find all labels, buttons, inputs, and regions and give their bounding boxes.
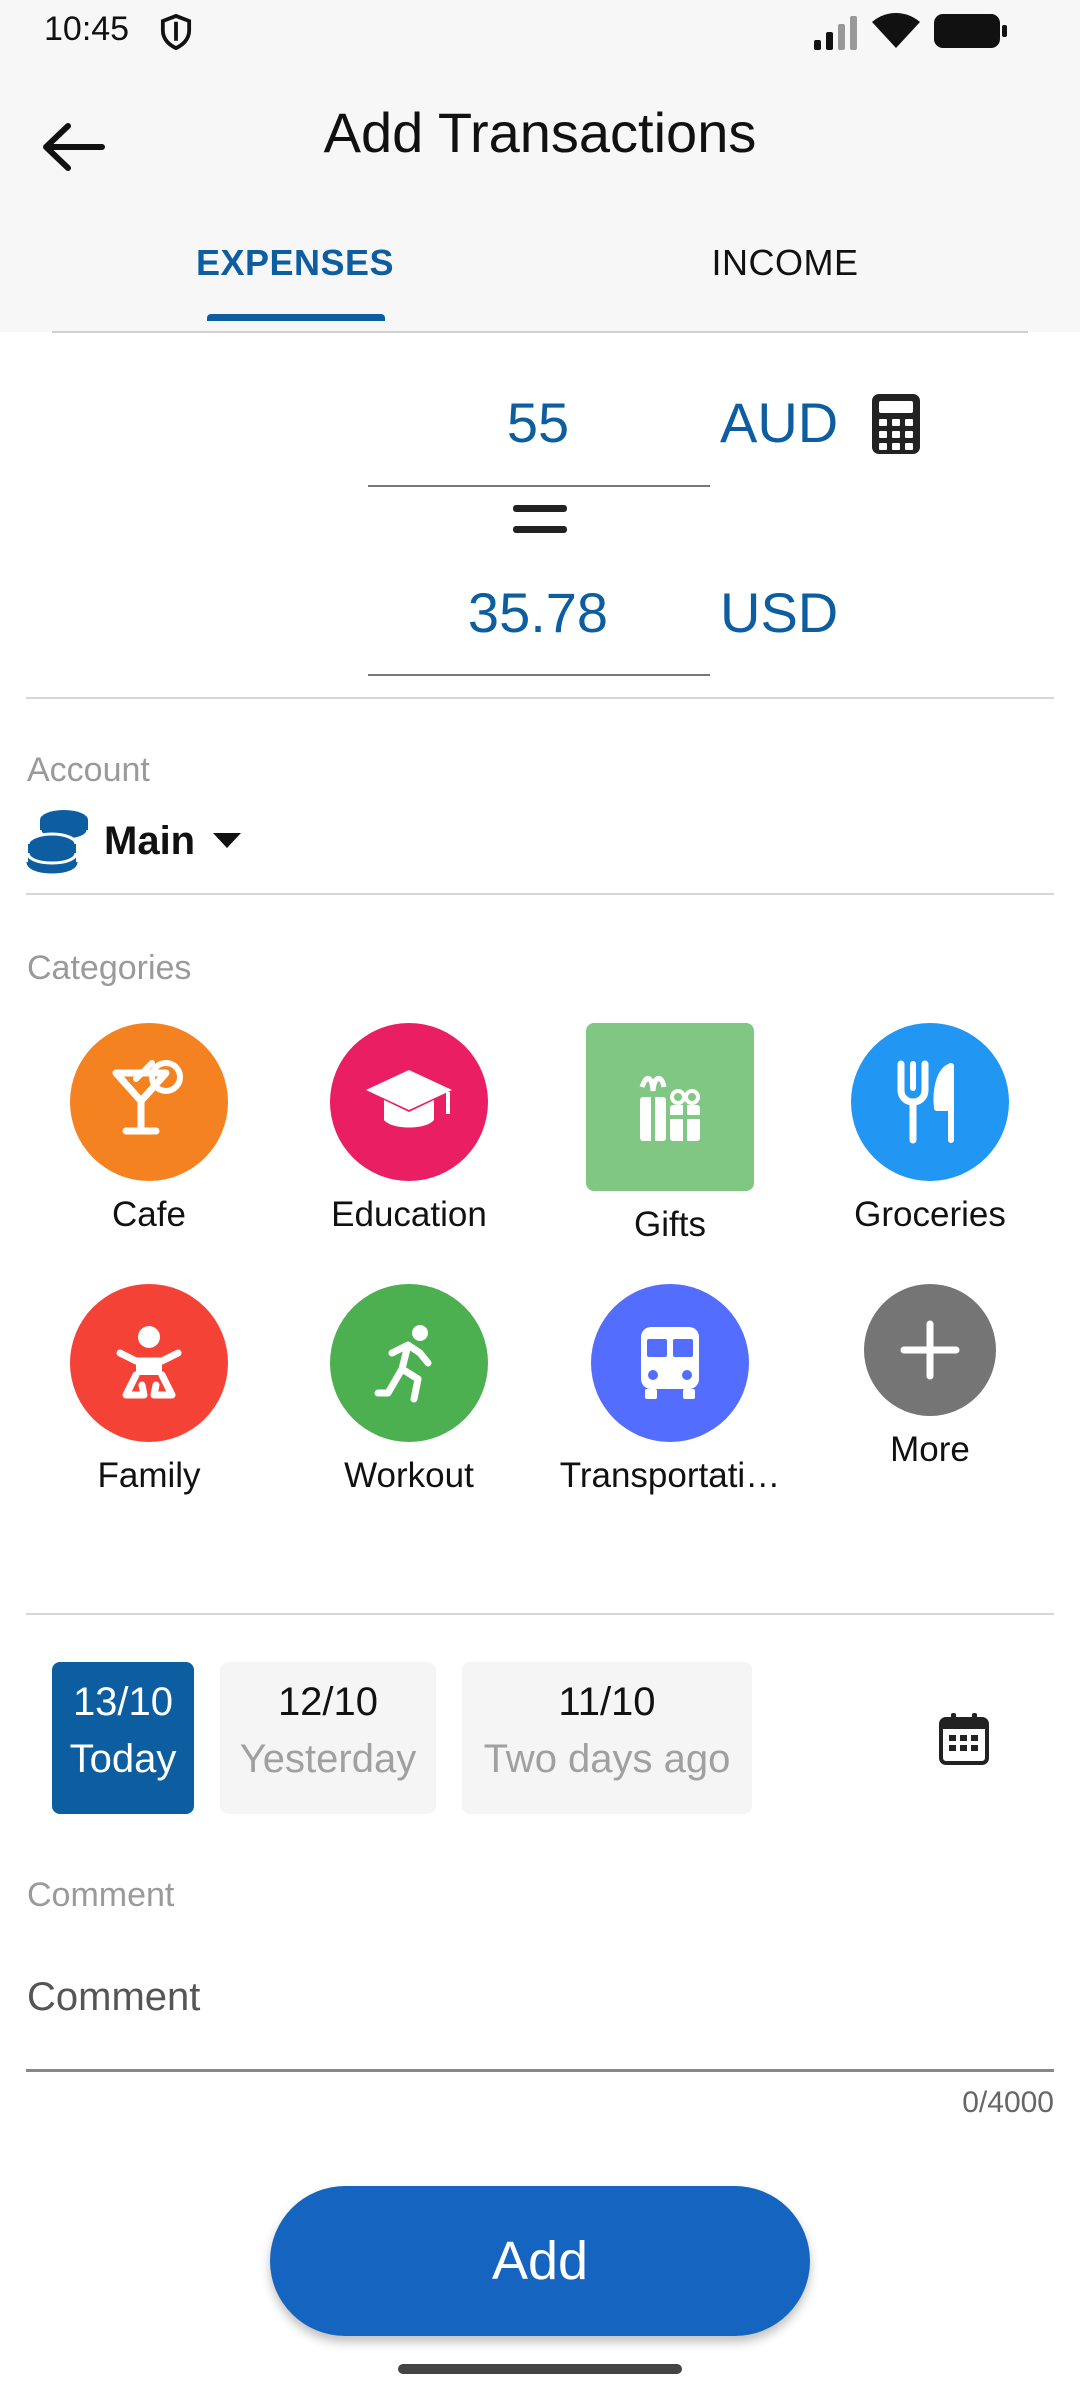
date-value: 12/10 (277, 1680, 379, 1724)
status-time: 10:45 (44, 10, 130, 48)
account-name: Main (104, 818, 196, 863)
tab-income[interactable]: INCOME (640, 242, 930, 332)
divider (26, 697, 1054, 699)
comment-label: Comment (27, 1876, 175, 1914)
amount-input-underline (368, 485, 710, 487)
running-icon (330, 1284, 488, 1442)
date-label: Today (69, 1737, 177, 1781)
bus-icon (591, 1284, 749, 1442)
categories-label: Categories (27, 949, 192, 987)
coins-icon (26, 810, 90, 874)
date-value: 13/10 (72, 1680, 174, 1724)
shield-icon (160, 13, 192, 51)
source-currency[interactable]: AUD (720, 390, 838, 455)
status-bar: 10:45 (0, 0, 1080, 62)
category-label: More (890, 1430, 970, 1469)
graduation-cap-icon (330, 1023, 488, 1181)
calculator-icon[interactable] (870, 392, 922, 456)
target-currency[interactable]: USD (720, 580, 838, 645)
category-label: Groceries (854, 1195, 1006, 1234)
category-label: Transportati… (559, 1456, 781, 1495)
tab-indicator (207, 314, 385, 321)
date-label: Two days ago (483, 1737, 731, 1781)
account-label: Account (27, 751, 150, 789)
category-label: Workout (344, 1456, 474, 1495)
amount-input[interactable]: 55 (368, 390, 708, 455)
category-transportation[interactable]: Transportati… (550, 1284, 790, 1496)
date-chip-yesterday[interactable]: 12/10 Yesterday (220, 1662, 436, 1814)
calendar-icon[interactable] (938, 1712, 990, 1766)
gift-icon (586, 1023, 754, 1191)
fork-knife-icon (851, 1023, 1009, 1181)
category-gifts[interactable]: Gifts (550, 1023, 790, 1245)
comment-underline (26, 2069, 1054, 2072)
home-indicator[interactable] (398, 2364, 682, 2374)
plus-icon (864, 1284, 996, 1416)
battery-icon (934, 14, 1007, 48)
tab-divider (52, 331, 1028, 333)
dropdown-caret-icon (213, 833, 242, 848)
date-label: Yesterday (239, 1737, 417, 1781)
category-label: Cafe (112, 1195, 186, 1234)
category-workout[interactable]: Workout (289, 1284, 529, 1496)
cocktail-icon (70, 1023, 228, 1181)
date-chip-today[interactable]: 13/10 Today (52, 1662, 194, 1814)
date-chip-two-days-ago[interactable]: 11/10 Two days ago (462, 1662, 752, 1814)
app-bar: Add Transactions EXPENSES INCOME (0, 62, 1080, 332)
category-label: Gifts (634, 1205, 706, 1244)
signal-icon (814, 16, 857, 50)
add-button[interactable]: Add (270, 2186, 810, 2336)
category-cafe[interactable]: Cafe (29, 1023, 269, 1235)
divider (26, 893, 1054, 895)
category-groceries[interactable]: Groceries (810, 1023, 1050, 1235)
account-selector[interactable]: Main (24, 806, 242, 876)
category-education[interactable]: Education (289, 1023, 529, 1235)
category-label: Education (331, 1195, 487, 1234)
category-family[interactable]: Family (29, 1284, 269, 1496)
category-label: Family (97, 1456, 201, 1495)
baby-icon (70, 1284, 228, 1442)
converted-amount-underline (368, 674, 710, 676)
page-title: Add Transactions (323, 101, 757, 164)
comment-counter: 0/4000 (962, 2086, 1054, 2119)
wifi-icon (872, 13, 920, 48)
converted-amount[interactable]: 35.78 (368, 580, 708, 645)
category-more[interactable]: More (810, 1284, 1050, 1470)
divider (26, 1613, 1054, 1615)
equals-icon (513, 505, 567, 535)
comment-input[interactable]: Comment (27, 1975, 1054, 2045)
date-value: 11/10 (558, 1680, 656, 1724)
